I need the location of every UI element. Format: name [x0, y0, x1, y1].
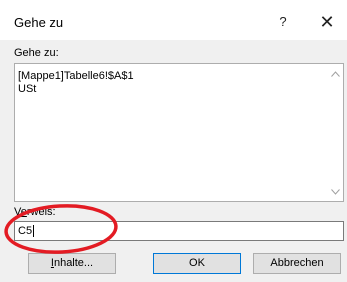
goto-list[interactable]: [Mappe1]Tabelle6!$A$1 USt [14, 63, 344, 202]
reference-value: C5 [18, 225, 33, 237]
help-button[interactable]: ? [273, 14, 293, 30]
list-item[interactable]: [Mappe1]Tabelle6!$A$1 [18, 70, 134, 82]
goto-label: Gehe zu: [14, 47, 59, 59]
scroll-up-icon[interactable] [328, 67, 343, 81]
ok-button[interactable]: OK [153, 253, 241, 274]
list-item[interactable]: USt [18, 83, 36, 95]
contents-button[interactable]: Inhalte... [28, 253, 116, 274]
close-icon[interactable]: ✕ [319, 12, 334, 32]
title-bar: Gehe zu ? ✕ [0, 0, 347, 40]
close-button[interactable]: ✕ [316, 13, 338, 31]
dialog-title: Gehe zu [14, 15, 64, 30]
goto-dialog: Gehe zu ? ✕ Gehe zu: [Mappe1]Tabelle6!$A… [0, 0, 347, 282]
cancel-button[interactable]: Abbrechen [253, 253, 341, 274]
text-caret [33, 225, 35, 238]
reference-input[interactable]: C5 [14, 221, 344, 241]
vertical-scrollbar[interactable] [328, 64, 343, 201]
scroll-down-icon[interactable] [328, 185, 343, 199]
reference-label: Verweis: [14, 206, 56, 218]
